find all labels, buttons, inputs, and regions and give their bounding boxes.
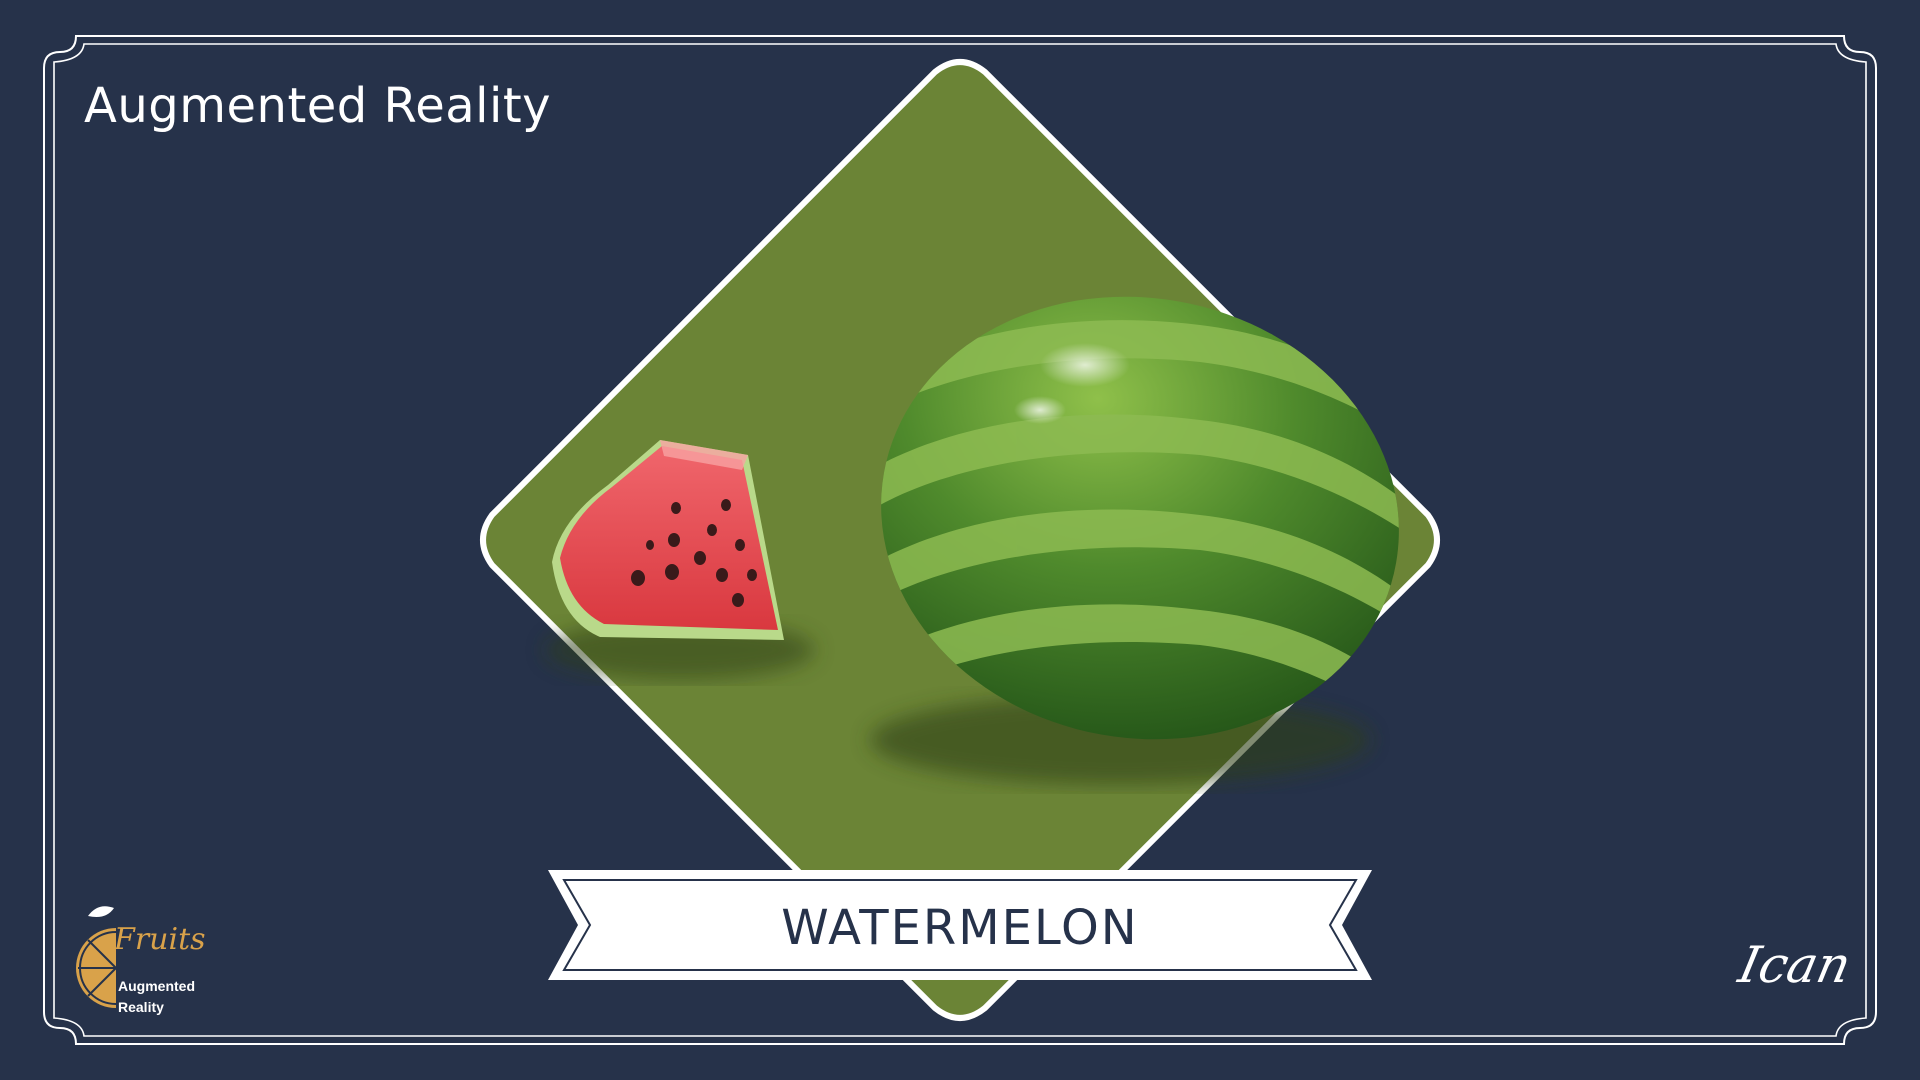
logo-line-2: Reality	[118, 999, 164, 1015]
logo-script-word: Fruits	[114, 922, 206, 957]
fruit-name-label: WATERMELON	[781, 900, 1139, 956]
fruits-ar-logo: Fruits Augmented Reality	[70, 898, 220, 1020]
logo-line-1: Augmented	[118, 978, 195, 994]
author-signature: Ican	[1733, 936, 1856, 994]
